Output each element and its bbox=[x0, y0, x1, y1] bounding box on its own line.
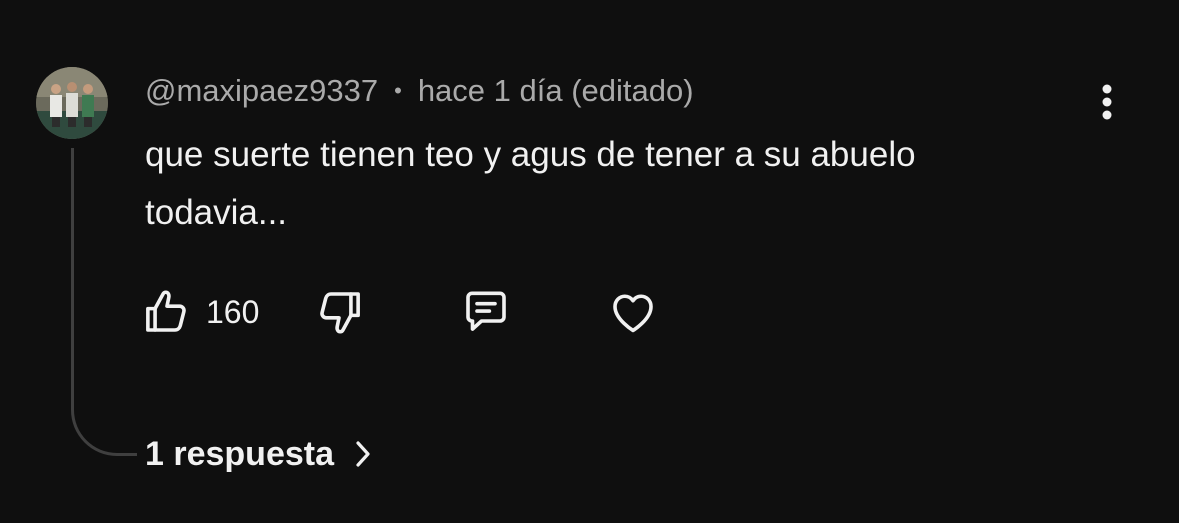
comment-icon bbox=[466, 291, 506, 331]
reply-button[interactable] bbox=[458, 284, 514, 340]
thread-connector-line bbox=[71, 148, 137, 456]
avatar[interactable] bbox=[36, 67, 108, 139]
view-replies-button[interactable]: 1 respuesta bbox=[145, 430, 372, 478]
profile-photo-icon bbox=[36, 67, 108, 139]
comment-timestamp: hace 1 día (editado) bbox=[417, 73, 694, 108]
more-options-button[interactable] bbox=[1088, 78, 1126, 126]
comment-author[interactable]: @maxipaez9337 bbox=[145, 73, 378, 109]
like-count: 160 bbox=[206, 293, 260, 330]
heart-icon bbox=[613, 294, 653, 333]
like-button[interactable]: 160 bbox=[140, 284, 259, 340]
thumbs-up-icon bbox=[146, 290, 186, 332]
chevron-right-icon bbox=[354, 439, 372, 469]
heart-button[interactable] bbox=[606, 284, 660, 340]
dislike-button[interactable] bbox=[312, 284, 366, 340]
comment-text: que suerte tienen teo y agus de tener a … bbox=[145, 135, 916, 232]
meta-separator: • bbox=[394, 78, 402, 103]
comment-meta: @maxipaez9337 • hace 1 día (editado) bbox=[145, 72, 694, 110]
more-vertical-icon bbox=[1102, 84, 1112, 120]
thumbs-down-icon bbox=[320, 292, 360, 334]
replies-label: 1 respuesta bbox=[145, 434, 334, 473]
